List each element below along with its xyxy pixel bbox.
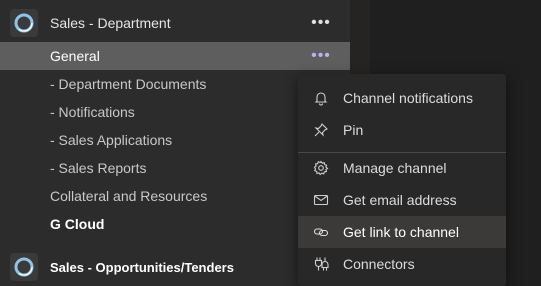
envelope-icon (312, 192, 330, 208)
menu-item-manage-channel[interactable]: Manage channel (298, 152, 506, 184)
channel-item-general[interactable]: General ••• (0, 42, 350, 70)
channel-label: - Department Documents (50, 76, 207, 92)
menu-item-connectors[interactable]: Connectors (298, 248, 506, 280)
channel-label: - Sales Reports (50, 160, 147, 176)
team-row-sales-department[interactable]: Sales - Department ••• (0, 2, 350, 44)
connectors-icon (312, 256, 330, 272)
pin-icon (312, 122, 330, 138)
channel-label: - Notifications (50, 104, 135, 120)
menu-item-label: Manage channel (343, 160, 447, 176)
bell-icon (312, 90, 330, 106)
team-avatar-icon (10, 9, 38, 37)
menu-item-channel-notifications[interactable]: Channel notifications (298, 82, 506, 114)
channel-label: Collateral and Resources (50, 188, 208, 204)
channel-label: - Sales Applications (50, 132, 173, 148)
channel-context-menu: Channel notifications Pin Manage channel (298, 74, 506, 286)
team-name: Sales - Department (50, 15, 171, 31)
link-icon (312, 224, 330, 240)
menu-item-label: Pin (343, 122, 364, 138)
teams-app: Sales - Department ••• General ••• - Dep… (0, 0, 541, 286)
menu-item-get-email-address[interactable]: Get email address (298, 184, 506, 216)
channel-label: General (50, 48, 100, 64)
menu-item-label: Get link to channel (343, 224, 459, 240)
gear-icon (312, 160, 330, 176)
channel-label: G Cloud (50, 216, 105, 232)
team-avatar-icon (10, 253, 38, 281)
menu-item-get-link-to-channel[interactable]: Get link to channel (298, 216, 506, 248)
menu-item-label: Connectors (343, 256, 415, 272)
menu-item-label: Channel notifications (343, 90, 473, 106)
team-name: Sales - Opportunities/Tenders (50, 259, 234, 275)
menu-item-label: Get email address (343, 192, 457, 208)
team-more-options-icon[interactable]: ••• (311, 13, 331, 33)
channel-more-options-icon[interactable]: ••• (311, 46, 331, 66)
menu-item-pin[interactable]: Pin (298, 114, 506, 146)
